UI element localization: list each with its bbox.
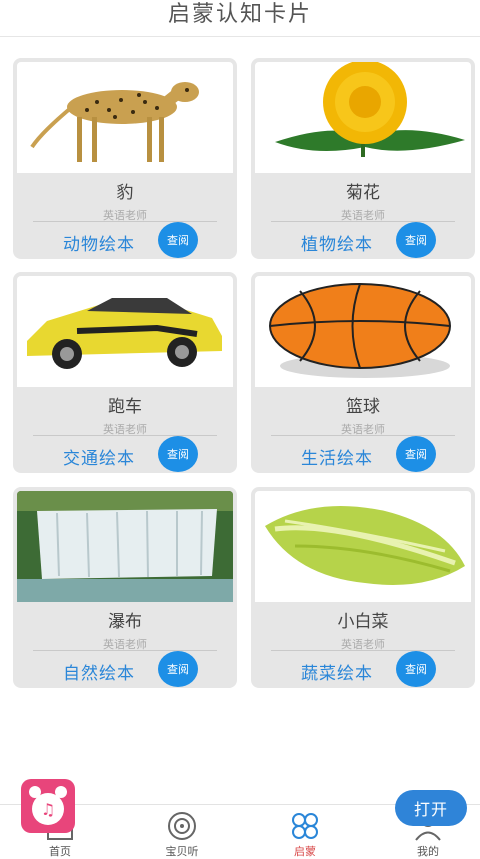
basketball-image xyxy=(255,276,471,387)
card-title: 瀑布 xyxy=(108,612,142,632)
card-chrysanthemum[interactable]: 菊花 英语老师 植物绘本 查阅 xyxy=(251,58,475,259)
card-basketball[interactable]: 篮球 英语老师 生活绘本 查阅 xyxy=(251,272,475,473)
sports-car-image xyxy=(17,276,233,387)
card-category[interactable]: 蔬菜绘本 xyxy=(301,659,373,684)
alarm-clock-app-icon[interactable]: ♫ xyxy=(21,779,75,833)
divider xyxy=(271,650,455,651)
view-button[interactable]: 查阅 xyxy=(396,651,436,687)
tab-enlightenment[interactable]: 启蒙 xyxy=(265,805,345,858)
cheetah-image xyxy=(17,62,233,173)
card-title: 篮球 xyxy=(346,397,380,417)
card-category[interactable]: 生活绘本 xyxy=(301,444,373,469)
clover-icon xyxy=(292,813,318,839)
divider xyxy=(271,435,455,436)
chrysanthemum-image xyxy=(255,62,471,173)
app-header: 启蒙认知卡片 xyxy=(0,0,480,37)
card-title: 菊花 xyxy=(346,183,380,203)
card-cabbage[interactable]: 小白菜 英语老师 蔬菜绘本 查阅 xyxy=(251,487,475,688)
card-category[interactable]: 植物绘本 xyxy=(301,230,373,255)
disc-icon xyxy=(168,812,196,840)
open-button[interactable]: 打开 xyxy=(395,790,467,826)
cabbage-image xyxy=(255,491,471,602)
tab-baby-listen[interactable]: 宝贝听 xyxy=(142,805,222,858)
card-waterfall[interactable]: 瀑布 英语老师 自然绘本 查阅 xyxy=(13,487,237,688)
card-category[interactable]: 自然绘本 xyxy=(63,659,135,684)
card-sports-car[interactable]: 跑车 英语老师 交通绘本 查阅 xyxy=(13,272,237,473)
view-button[interactable]: 查阅 xyxy=(396,436,436,472)
card-cheetah[interactable]: 豹 英语老师 动物绘本 查阅 xyxy=(13,58,237,259)
view-button[interactable]: 查阅 xyxy=(158,436,198,472)
tab-label: 宝贝听 xyxy=(165,845,199,858)
svg-text:♫: ♫ xyxy=(41,800,55,819)
tab-label: 启蒙 xyxy=(294,845,316,858)
page-title: 启蒙认知卡片 xyxy=(167,2,312,27)
card-title: 跑车 xyxy=(108,397,142,417)
divider xyxy=(33,435,217,436)
tab-label: 首页 xyxy=(49,845,71,858)
view-button[interactable]: 查阅 xyxy=(396,222,436,258)
view-button[interactable]: 查阅 xyxy=(158,651,198,687)
card-title: 小白菜 xyxy=(337,612,389,632)
divider xyxy=(271,221,455,222)
card-title: 豹 xyxy=(116,183,134,203)
card-category[interactable]: 动物绘本 xyxy=(63,230,135,255)
card-category[interactable]: 交通绘本 xyxy=(63,444,135,469)
view-button[interactable]: 查阅 xyxy=(158,222,198,258)
waterfall-image xyxy=(17,491,233,602)
divider xyxy=(33,650,217,651)
divider xyxy=(33,221,217,222)
tab-label: 我的 xyxy=(417,845,439,858)
